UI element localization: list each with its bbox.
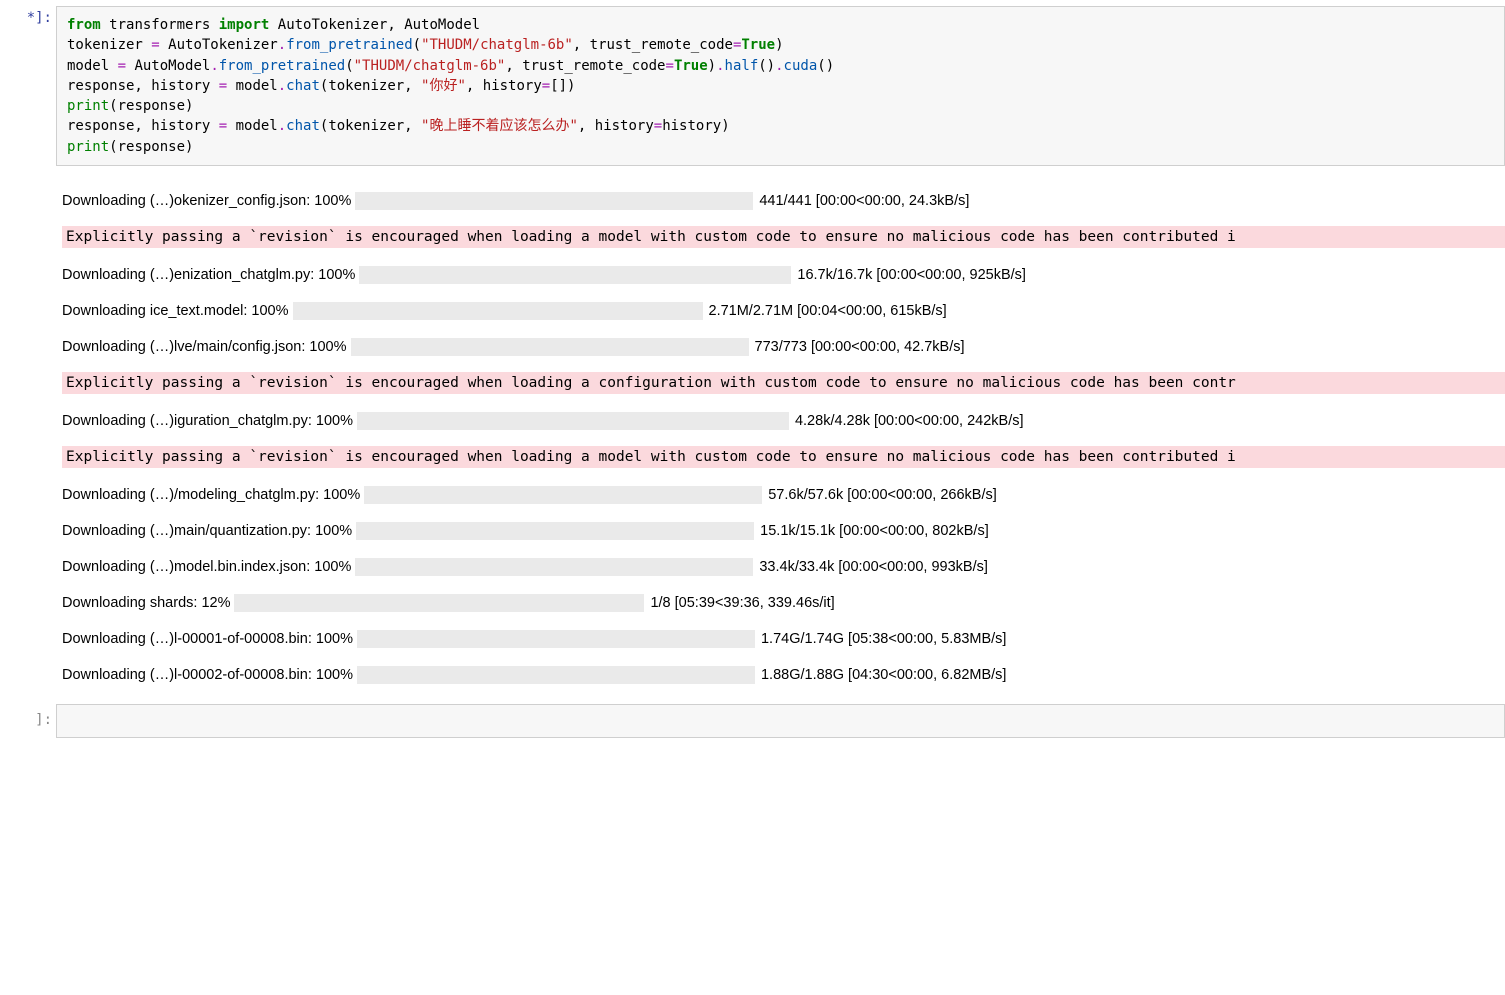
progress-bar [357, 412, 789, 430]
progress-row: Downloading (…)l-00001-of-00008.bin: 100… [62, 630, 1505, 648]
progress-row: Downloading (…)l-00002-of-00008.bin: 100… [62, 666, 1505, 684]
output-area: Downloading (…)okenizer_config.json: 100… [62, 192, 1505, 684]
progress-stats: 441/441 [00:00<00:00, 24.3kB/s] [759, 193, 969, 209]
progress-bar [355, 558, 753, 576]
empty-code-cell[interactable] [56, 704, 1505, 738]
progress-bar [351, 338, 749, 356]
progress-bar [357, 666, 755, 684]
progress-row: Downloading (…)enization_chatglm.py: 100… [62, 266, 1505, 284]
progress-row: Downloading (…)iguration_chatglm.py: 100… [62, 412, 1505, 430]
warning-text: Explicitly passing a `revision` is encou… [62, 446, 1505, 468]
progress-bar [293, 302, 703, 320]
warning-text: Explicitly passing a `revision` is encou… [62, 226, 1505, 248]
progress-row: Downloading (…)okenizer_config.json: 100… [62, 192, 1505, 210]
progress-bar [359, 266, 791, 284]
progress-bar [364, 486, 762, 504]
code-cell[interactable]: from transformers import AutoTokenizer, … [56, 6, 1505, 166]
progress-label: Downloading (…)okenizer_config.json: 100… [62, 193, 351, 209]
progress-bar [356, 522, 754, 540]
progress-row: Downloading ice_text.model: 100% 2.71M/2… [62, 302, 1505, 320]
input-prompt: *]: [14, 0, 56, 36]
progress-row: Downloading shards: 12% 1/8 [05:39<39:36… [62, 594, 1505, 612]
progress-row: Downloading (…)model.bin.index.json: 100… [62, 558, 1505, 576]
progress-bar [357, 630, 755, 648]
empty-prompt: ]: [14, 702, 56, 738]
progress-bar [355, 192, 753, 210]
progress-row: Downloading (…)/modeling_chatglm.py: 100… [62, 486, 1505, 504]
progress-bar [234, 594, 644, 612]
progress-row: Downloading (…)lve/main/config.json: 100… [62, 338, 1505, 356]
warning-text: Explicitly passing a `revision` is encou… [62, 372, 1505, 394]
progress-row: Downloading (…)main/quantization.py: 100… [62, 522, 1505, 540]
